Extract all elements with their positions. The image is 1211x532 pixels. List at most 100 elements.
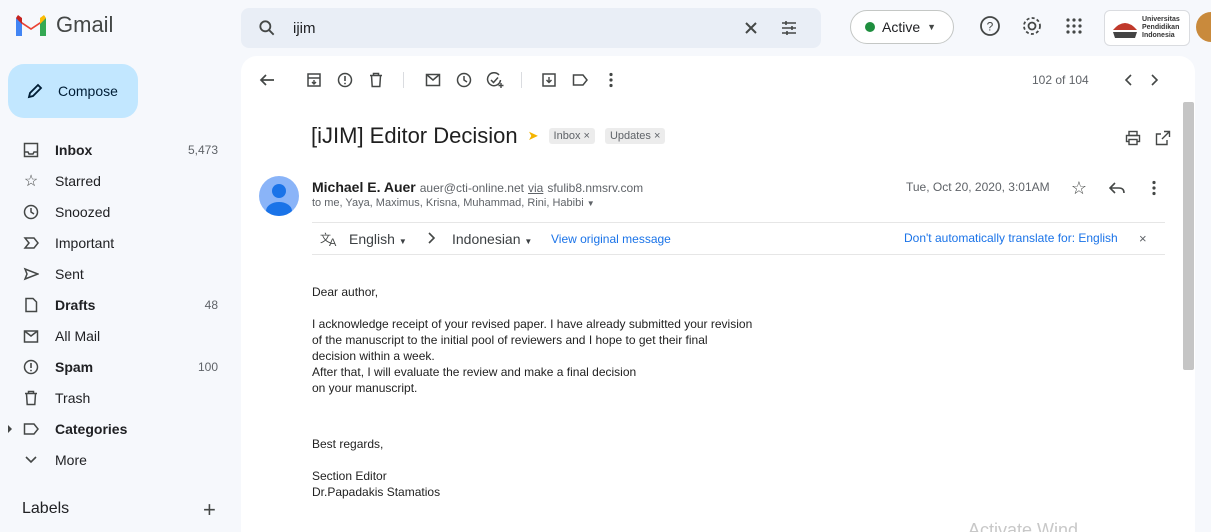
- spam-icon: [22, 358, 40, 376]
- delete-icon[interactable]: [366, 70, 386, 90]
- older-chevron-icon[interactable]: [1145, 70, 1165, 90]
- view-original-link[interactable]: View original message: [551, 232, 671, 246]
- label-as-icon[interactable]: [570, 70, 590, 90]
- sender-name[interactable]: Michael E. Auer: [312, 179, 416, 195]
- gmail-m-icon: [16, 15, 46, 36]
- sidebar-item-label: Starred: [55, 172, 101, 189]
- label-icon: [22, 420, 40, 438]
- mark-unread-icon[interactable]: [423, 70, 443, 90]
- sidebar-item-label: Trash: [55, 389, 91, 406]
- sidebar-item-label: Snoozed: [55, 203, 111, 220]
- draft-icon: [22, 296, 40, 314]
- body-line: decision within a week.: [312, 349, 435, 363]
- snooze-icon[interactable]: [454, 70, 474, 90]
- clear-search-icon[interactable]: [741, 18, 761, 38]
- sender-line: Michael E. Auer auer@cti-online.net via …: [312, 179, 643, 195]
- star-icon[interactable]: ☆: [1069, 178, 1089, 198]
- caret-down-icon: ▼: [586, 199, 595, 208]
- add-task-icon[interactable]: [485, 70, 505, 90]
- sidebar-item-label: Inbox: [55, 141, 93, 158]
- status-dropdown[interactable]: Active ▼: [850, 10, 954, 44]
- more-options-icon[interactable]: [601, 70, 621, 90]
- search-options-icon[interactable]: [779, 18, 799, 38]
- source-language-dropdown[interactable]: English ▼: [349, 231, 407, 247]
- translate-icon: 文A: [320, 231, 340, 250]
- sidebar-item-label: More: [55, 451, 87, 468]
- label-chip-updates[interactable]: Updates ×: [604, 128, 666, 144]
- inbox-icon: [22, 141, 40, 159]
- report-spam-icon[interactable]: [335, 70, 355, 90]
- compose-button[interactable]: Compose: [8, 64, 138, 118]
- star-icon: ☆: [23, 172, 39, 190]
- svg-text:A: A: [329, 237, 337, 247]
- toolbar-divider: [521, 72, 522, 88]
- org-line-1: Universitas: [1142, 16, 1180, 23]
- trash-icon: [22, 389, 40, 407]
- via-host: sfulib8.nmsrv.com: [547, 181, 644, 195]
- sender-avatar[interactable]: [259, 176, 299, 216]
- recipients-text: to me, Yaya, Maximus, Krisna, Muhammad, …: [312, 197, 584, 209]
- app-name: Gmail: [56, 12, 114, 37]
- important-icon: [22, 234, 40, 252]
- sidebar-item-trash[interactable]: Trash: [0, 382, 232, 413]
- message-panel: 102 of 104 [iJIM] Editor Decision ➤ Inbo…: [241, 56, 1195, 532]
- signature-name: Dr.Papadakis Stamatios: [312, 485, 441, 499]
- gmail-logo[interactable]: Gmail: [14, 12, 113, 38]
- active-status-dot: [865, 22, 875, 32]
- add-label-icon[interactable]: +: [203, 497, 216, 523]
- dont-translate-link[interactable]: Don't automatically translate for: Engli…: [904, 231, 1118, 245]
- print-icon[interactable]: [1123, 128, 1143, 148]
- help-icon[interactable]: ?: [978, 14, 1002, 38]
- message-toolbar: 102 of 104: [241, 56, 1195, 104]
- inbox-count: 5,473: [187, 142, 218, 157]
- sidebar-item-all-mail[interactable]: All Mail: [0, 320, 232, 351]
- sidebar-item-label: All Mail: [55, 327, 101, 344]
- back-arrow-icon[interactable]: [257, 70, 277, 90]
- all-mail-icon: [22, 327, 40, 345]
- sidebar-item-starred[interactable]: ☆ Starred: [0, 165, 232, 196]
- pencil-icon: [27, 83, 43, 99]
- email-subject: [iJIM] Editor Decision: [311, 123, 518, 148]
- message-more-icon[interactable]: [1144, 178, 1164, 198]
- sidebar-item-label: Drafts: [55, 296, 96, 313]
- search-bar[interactable]: ijim: [241, 8, 821, 48]
- settings-gear-icon[interactable]: [1020, 14, 1044, 38]
- search-input[interactable]: ijim: [293, 20, 316, 37]
- organization-badge[interactable]: Universitas Pendidikan Indonesia: [1104, 10, 1190, 46]
- sidebar-item-label: Sent: [55, 265, 84, 282]
- sender-email: auer@cti-online.net: [419, 181, 524, 195]
- sidebar-item-inbox[interactable]: Inbox 5,473: [0, 134, 232, 165]
- compose-label: Compose: [58, 83, 118, 99]
- sidebar-item-spam[interactable]: Spam 100: [0, 351, 232, 382]
- archive-icon[interactable]: [304, 70, 324, 90]
- svg-text:?: ?: [987, 20, 994, 34]
- caret-down-icon: ▼: [927, 22, 937, 32]
- drafts-count: 48: [204, 297, 218, 312]
- apps-grid-icon[interactable]: [1062, 14, 1086, 38]
- label-chip-inbox[interactable]: Inbox ×: [548, 128, 595, 144]
- body-line: After that, I will evaluate the review a…: [312, 365, 637, 379]
- sidebar-item-drafts[interactable]: Drafts 48: [0, 289, 232, 320]
- sidebar-item-snoozed[interactable]: Snoozed: [0, 196, 232, 227]
- labels-heading: Labels: [22, 500, 70, 517]
- important-marker-icon[interactable]: ➤: [528, 128, 539, 144]
- close-icon[interactable]: ×: [1139, 231, 1147, 246]
- account-avatar[interactable]: [1196, 12, 1211, 42]
- chevron-down-icon: [22, 451, 40, 469]
- open-new-window-icon[interactable]: [1153, 128, 1173, 148]
- via-link[interactable]: via: [528, 181, 543, 195]
- body-closing: Best regards,: [312, 437, 384, 451]
- newer-chevron-icon[interactable]: [1118, 70, 1138, 90]
- sidebar-item-categories[interactable]: Categories: [0, 413, 232, 444]
- sidebar-item-important[interactable]: Important: [0, 227, 232, 258]
- sidebar-item-sent[interactable]: Sent: [0, 258, 232, 289]
- org-line-3: Indonesia: [1142, 32, 1175, 39]
- target-language-dropdown[interactable]: Indonesian ▼: [452, 231, 532, 247]
- sidebar-item-more[interactable]: More: [0, 444, 232, 475]
- sidebar-item-label: Categories: [55, 420, 128, 437]
- move-to-icon[interactable]: [539, 70, 559, 90]
- reply-icon[interactable]: [1107, 178, 1127, 198]
- search-icon[interactable]: [257, 18, 277, 38]
- recipients-dropdown[interactable]: to me, Yaya, Maximus, Krisna, Muhammad, …: [312, 197, 595, 209]
- message-scrollbar[interactable]: [1183, 102, 1194, 370]
